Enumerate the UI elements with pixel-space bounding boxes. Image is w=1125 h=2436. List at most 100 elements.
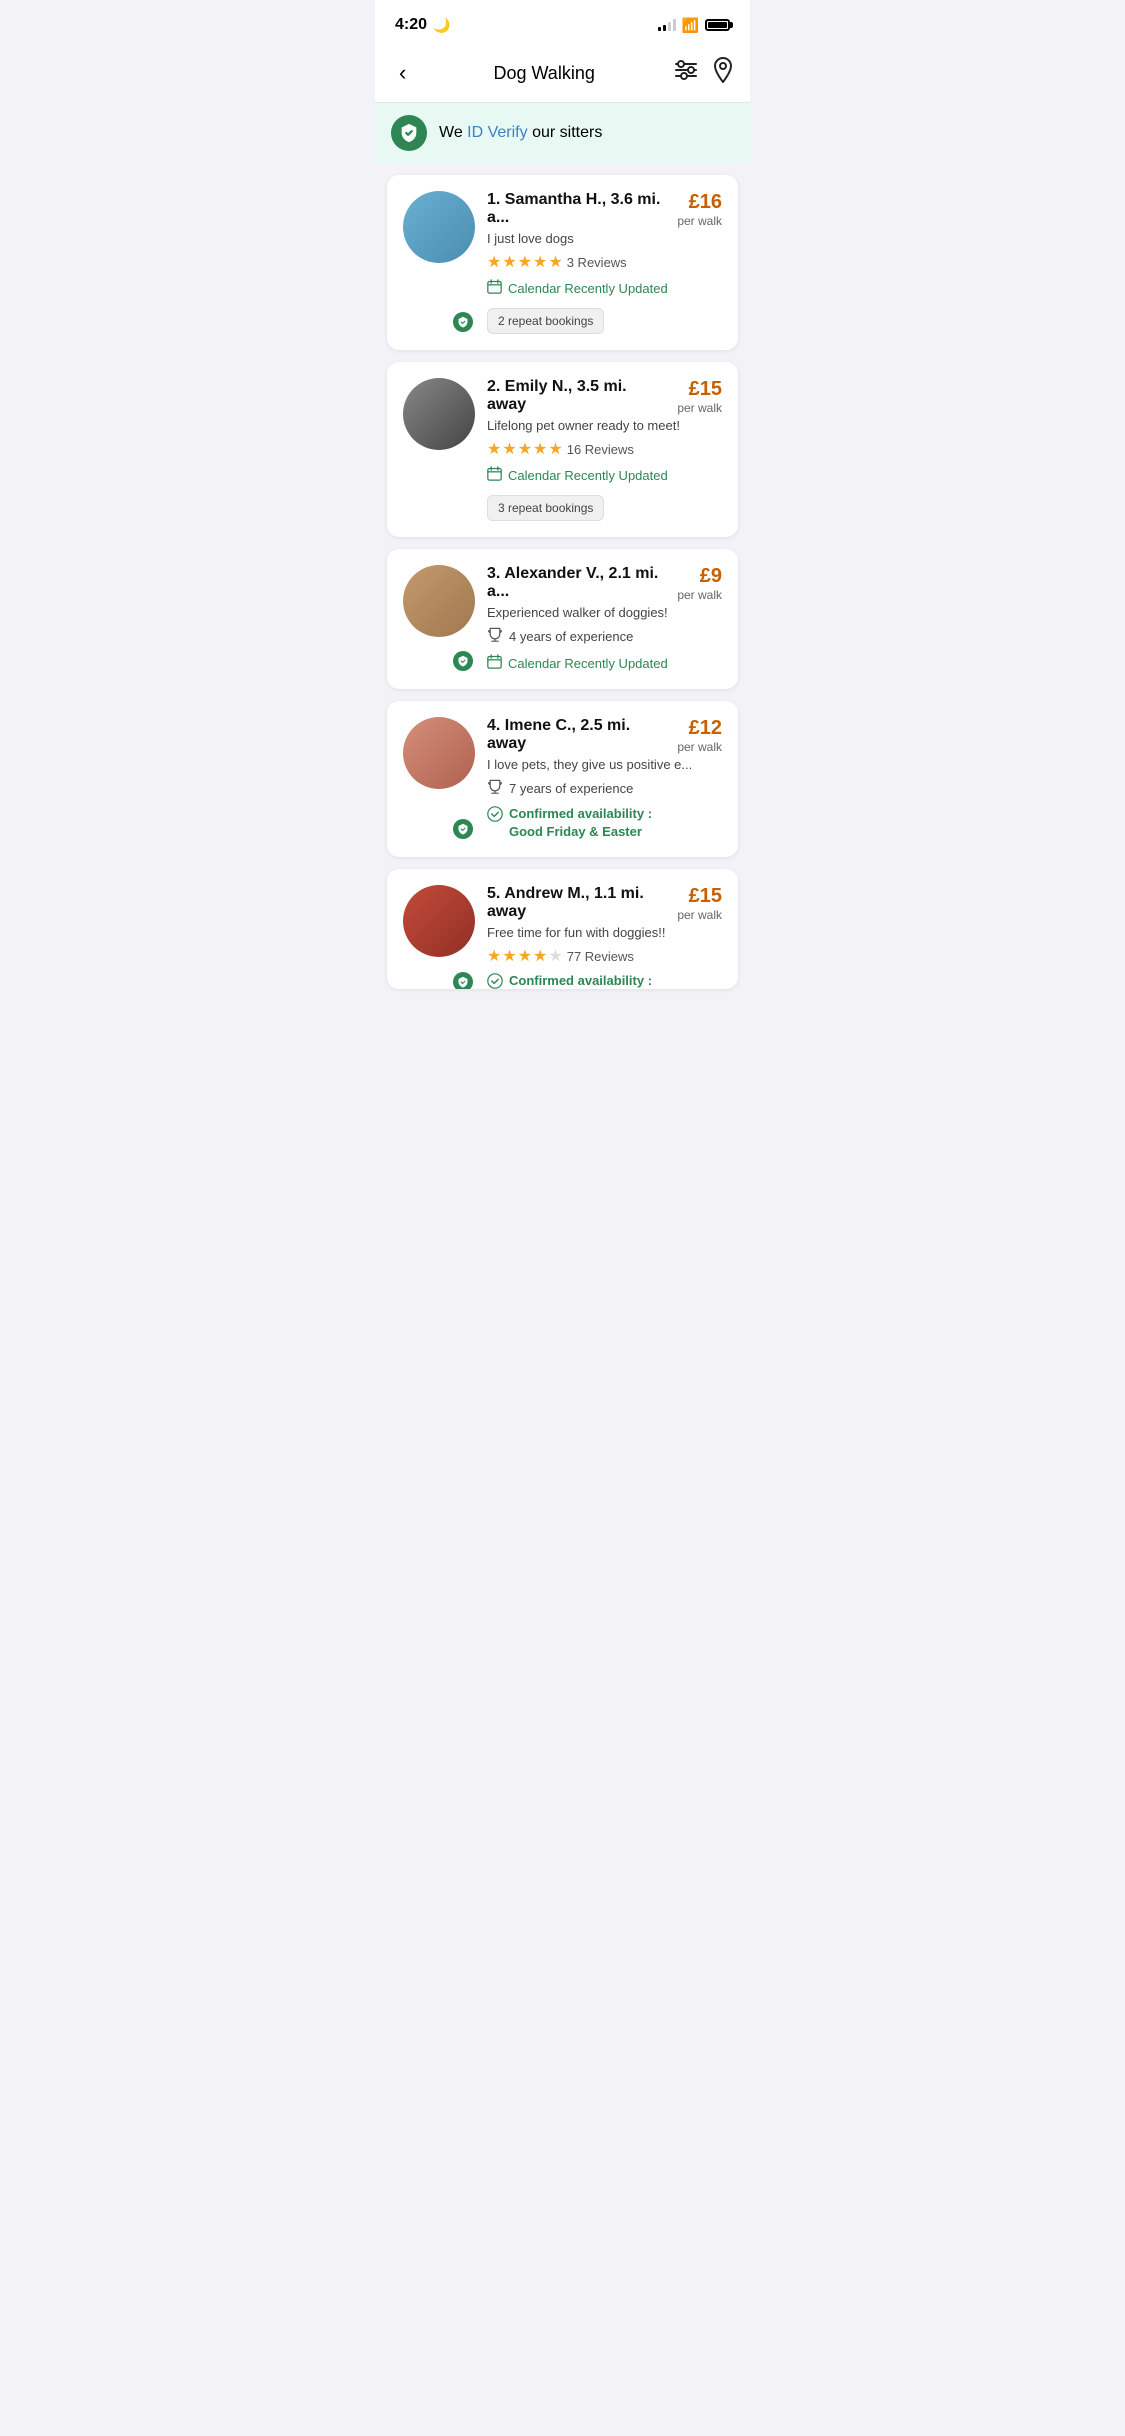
sitter-card[interactable]: 3. Alexander V., 2.1 mi. a... £9 per wal… [387,549,738,689]
calendar-row: Calendar Recently Updated [487,654,722,673]
sitter-price-block: £9 per walk [677,565,722,602]
sitter-name: 1. Samantha H., 3.6 mi. a... [487,191,669,227]
avatar [403,191,475,263]
reviews-count: 77 Reviews [567,949,634,964]
verified-badge [453,972,473,989]
sitter-name: 2. Emily N., 3.5 mi. away [487,378,669,414]
id-verify-link[interactable]: ID Verify [467,124,527,141]
calendar-row: Calendar Recently Updated [487,466,722,485]
star-icon: ★ [518,252,532,272]
nav-actions [674,57,734,89]
repeat-badge: 2 repeat bookings [487,308,604,334]
check-circle-icon [487,973,503,989]
sitter-price: £15 [689,378,722,400]
avatar-wrap [403,378,475,521]
reviews-count: 16 Reviews [567,442,634,457]
sitter-price: £12 [689,717,722,739]
check-circle-icon [487,806,503,827]
avatar-wrap [403,565,475,673]
confirmed-availability-row: Confirmed availability : [487,972,722,989]
sitter-card-inner: 1. Samantha H., 3.6 mi. a... £16 per wal… [403,191,722,334]
location-icon[interactable] [712,57,734,89]
sitter-card[interactable]: 2. Emily N., 3.5 mi. away £15 per walk L… [387,362,738,537]
sitter-info: 5. Andrew M., 1.1 mi. away £15 per walk … [487,885,722,989]
avatar [403,565,475,637]
sitter-card[interactable]: 1. Samantha H., 3.6 mi. a... £16 per wal… [387,175,738,350]
repeat-badge: 3 repeat bookings [487,495,604,521]
reviews-count: 3 Reviews [567,255,627,270]
star-icon: ★ [502,946,516,966]
sitter-card[interactable]: 4. Imene C., 2.5 mi. away £12 per walk I… [387,701,738,857]
experience-row: 7 years of experience [487,778,722,799]
sitter-list: 1. Samantha H., 3.6 mi. a... £16 per wal… [375,163,750,1001]
verified-badge [453,819,473,839]
star-icon: ★ [548,439,562,459]
star-icon: ★ [518,946,532,966]
sitter-name: 5. Andrew M., 1.1 mi. away [487,885,669,921]
star-icon: ★ [533,439,547,459]
sitter-per-unit: per walk [677,401,722,415]
sitter-tagline: I love pets, they give us positive e... [487,757,722,772]
id-verify-text: We ID Verify our sitters [439,124,602,142]
star-icon: ★ [518,439,532,459]
sitter-per-unit: per walk [677,908,722,922]
sitter-tagline: Experienced walker of doggies! [487,605,722,620]
trophy-icon [487,778,503,799]
star-icon: ★ [533,946,547,966]
star-icon: ★ [533,252,547,272]
sitter-header-row: 1. Samantha H., 3.6 mi. a... £16 per wal… [487,191,722,228]
star-icon: ★ [548,252,562,272]
experience-text: 7 years of experience [509,781,633,796]
sitter-tagline: Lifelong pet owner ready to meet! [487,418,722,433]
page-title: Dog Walking [493,63,594,84]
signal-icon [658,19,676,31]
avatar [403,717,475,789]
experience-text: 4 years of experience [509,629,633,644]
sitter-card-inner: 4. Imene C., 2.5 mi. away £12 per walk I… [403,717,722,841]
nav-header: ‹ Dog Walking [375,44,750,103]
sitter-name: 3. Alexander V., 2.1 mi. a... [487,565,669,601]
stars-row: ★★★★★3 Reviews [487,252,722,272]
sitter-info: 4. Imene C., 2.5 mi. away £12 per walk I… [487,717,722,841]
sitter-price: £9 [700,565,722,587]
stars-row: ★★★★★16 Reviews [487,439,722,459]
confirmed-text: Confirmed availability : [509,972,652,989]
verified-badge [453,312,473,332]
sitter-header-row: 3. Alexander V., 2.1 mi. a... £9 per wal… [487,565,722,602]
wifi-icon: 📶 [682,17,699,34]
calendar-text: Calendar Recently Updated [508,656,668,671]
status-time: 4:20 [395,16,427,34]
sitter-price-block: £16 per walk [677,191,722,228]
avatar-wrap [403,191,475,334]
sitter-info: 2. Emily N., 3.5 mi. away £15 per walk L… [487,378,722,521]
calendar-icon [487,279,502,298]
filter-icon[interactable] [674,60,698,86]
stars-row: ★★★★★77 Reviews [487,946,722,966]
confirmed-text: Confirmed availability :Good Friday & Ea… [509,805,652,841]
sitter-card-inner: 2. Emily N., 3.5 mi. away £15 per walk L… [403,378,722,521]
star-icon: ★ [487,439,501,459]
calendar-icon [487,466,502,485]
badge-row: 3 repeat bookings [487,495,722,521]
star-icon: ★ [548,946,562,966]
sitter-header-row: 2. Emily N., 3.5 mi. away £15 per walk [487,378,722,415]
star-icon: ★ [502,252,516,272]
star-icon: ★ [502,439,516,459]
calendar-text: Calendar Recently Updated [508,468,668,483]
sitter-name: 4. Imene C., 2.5 mi. away [487,717,669,753]
sitter-price-block: £15 per walk [677,378,722,415]
sitter-price-block: £15 per walk [677,885,722,922]
trophy-icon [487,626,503,647]
calendar-icon [487,654,502,673]
back-button[interactable]: ‹ [391,56,414,90]
id-verify-banner: We ID Verify our sitters [375,103,750,163]
sitter-per-unit: per walk [677,740,722,754]
avatar [403,378,475,450]
star-icon: ★ [487,252,501,272]
avatar-wrap [403,717,475,841]
verified-badge [453,651,473,671]
calendar-row: Calendar Recently Updated [487,279,722,298]
sitter-card[interactable]: 5. Andrew M., 1.1 mi. away £15 per walk … [387,869,738,989]
sitter-info: 1. Samantha H., 3.6 mi. a... £16 per wal… [487,191,722,334]
star-icon: ★ [487,946,501,966]
